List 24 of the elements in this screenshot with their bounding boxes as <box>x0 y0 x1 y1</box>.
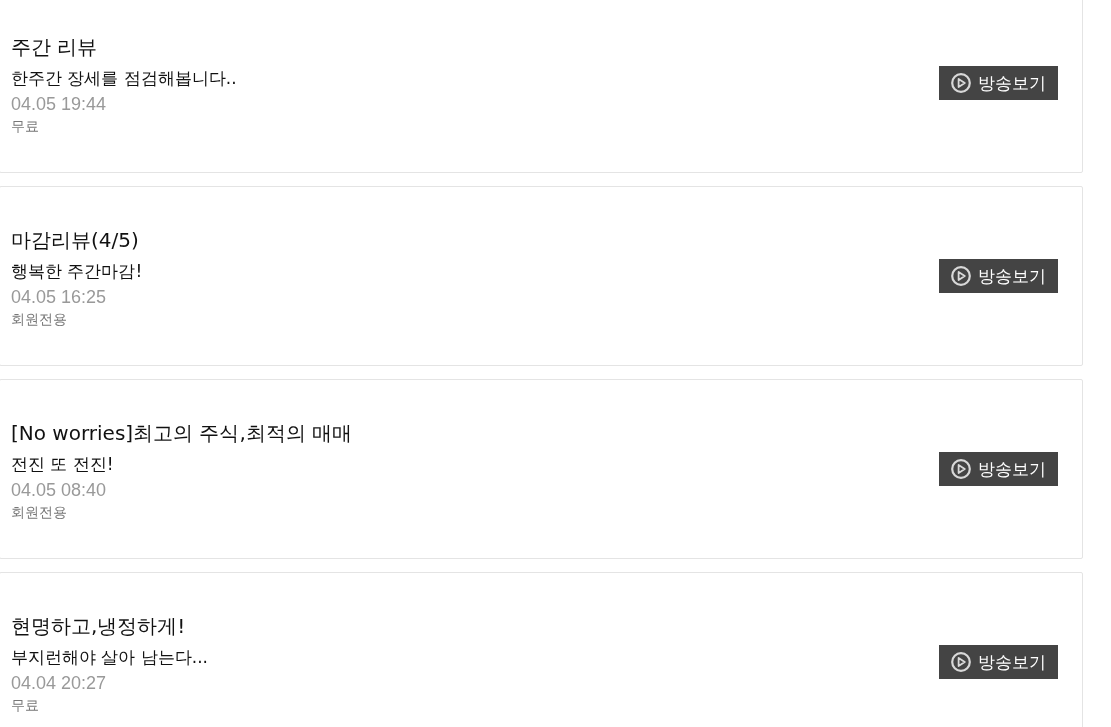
broadcast-subtitle: 전진 또 전진! <box>11 452 114 476</box>
broadcast-title: [No worries]최고의 주식,최적의 매매 <box>11 419 353 447</box>
access-label: 무료 <box>11 116 39 136</box>
watch-broadcast-button[interactable]: 방송보기 <box>939 645 1058 679</box>
broadcast-datetime: 04.05 08:40 <box>11 478 107 501</box>
broadcast-datetime: 04.05 16:25 <box>11 285 107 308</box>
broadcast-subtitle: 한주간 장세를 점검해봅니다.. <box>11 66 237 90</box>
access-label: 회원전용 <box>11 502 67 522</box>
play-circle-icon <box>951 73 971 93</box>
watch-broadcast-button[interactable]: 방송보기 <box>939 259 1058 293</box>
broadcast-subtitle: 부지런해야 살아 남는다... <box>11 645 209 669</box>
watch-broadcast-button[interactable]: 방송보기 <box>939 452 1058 486</box>
play-circle-icon <box>951 266 971 286</box>
watch-broadcast-button[interactable]: 방송보기 <box>939 66 1058 100</box>
broadcast-subtitle: 행복한 주간마감! <box>11 259 143 283</box>
access-label: 무료 <box>11 695 39 715</box>
broadcast-title: 현명하고,냉정하게! <box>11 612 186 640</box>
broadcast-title: 마감리뷰(4/5) <box>11 226 139 254</box>
broadcast-datetime: 04.05 19:44 <box>11 92 107 115</box>
play-circle-icon <box>951 652 971 672</box>
broadcast-datetime: 04.04 20:27 <box>11 671 107 694</box>
access-label: 회원전용 <box>11 309 67 329</box>
broadcast-title: 주간 리뷰 <box>11 33 98 61</box>
play-circle-icon <box>951 459 971 479</box>
